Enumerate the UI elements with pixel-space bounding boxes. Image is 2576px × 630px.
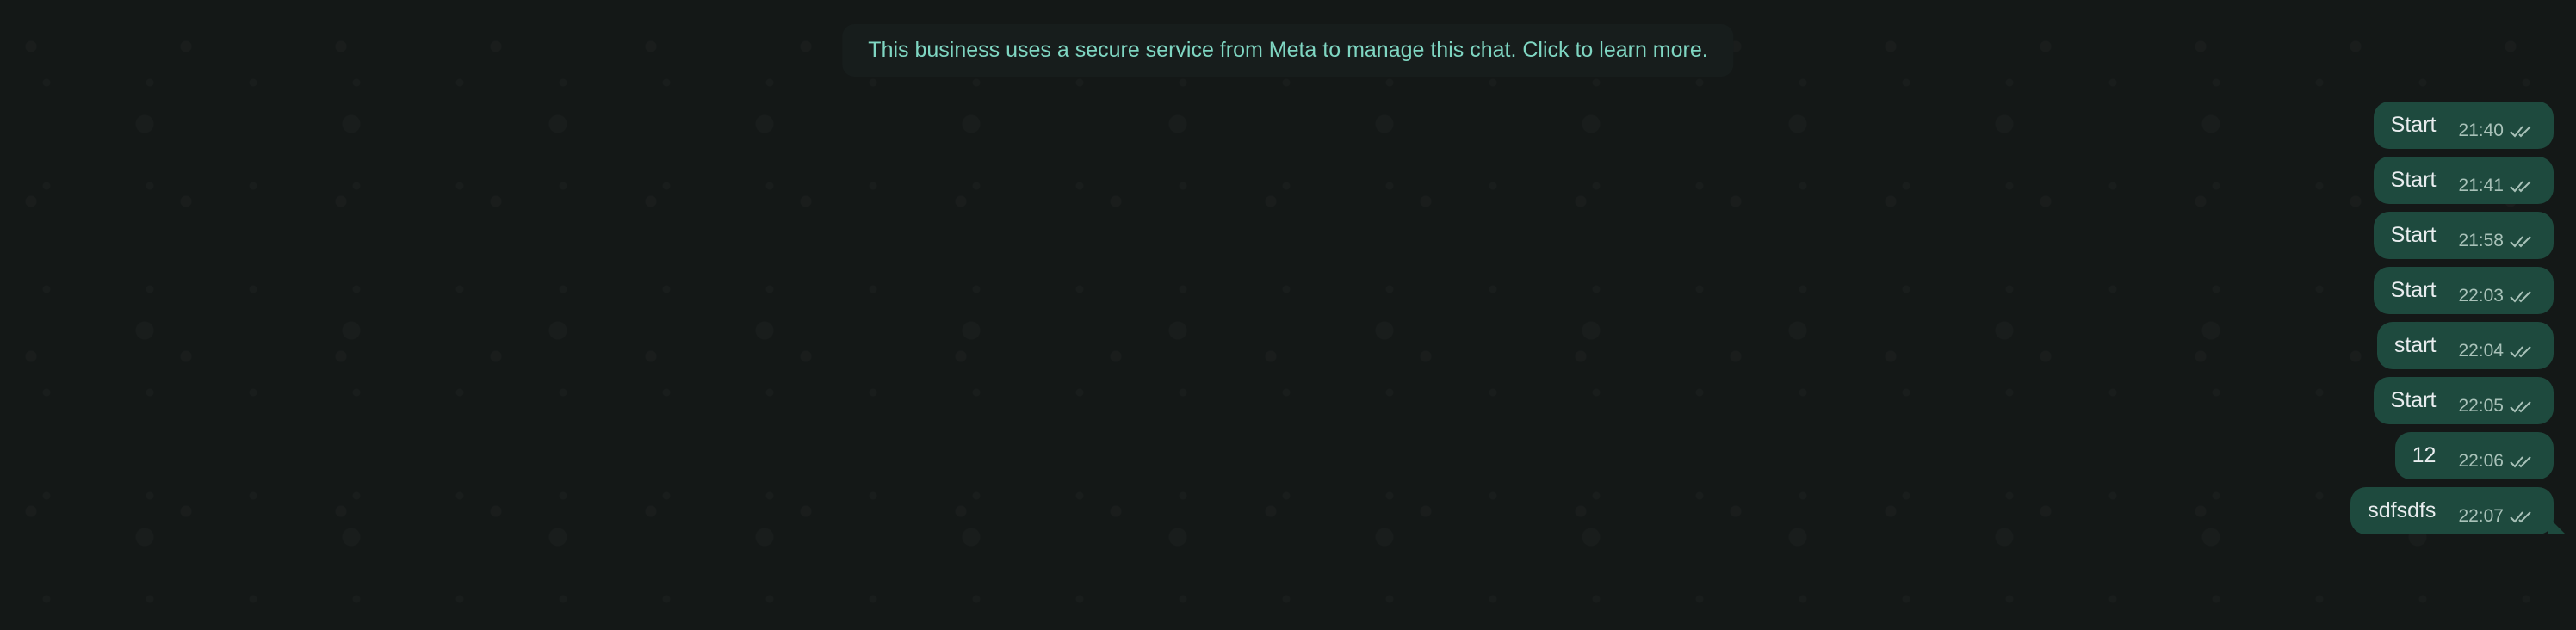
double-check-icon: [2510, 455, 2531, 467]
outgoing-message[interactable]: start 22:04: [2376, 322, 2554, 369]
double-check-icon: [2510, 125, 2531, 137]
message-meta: 21:58: [2458, 231, 2535, 251]
message-time: 22:06: [2458, 450, 2504, 471]
outgoing-message[interactable]: Start 21:58: [2373, 212, 2554, 259]
message-time: 21:40: [2458, 120, 2504, 140]
message-text: start: [2393, 333, 2437, 357]
double-check-icon: [2510, 290, 2531, 302]
bubble-tail: [2548, 517, 2566, 534]
message-meta: 22:04: [2458, 341, 2535, 361]
message-list: Start 21:40 Start 21:41 Start 21:58 Star…: [2350, 102, 2566, 534]
outgoing-message[interactable]: 12 22:06: [2394, 432, 2554, 479]
message-time: 22:05: [2458, 395, 2504, 416]
outgoing-message[interactable]: Start 22:03: [2373, 267, 2554, 314]
outgoing-message[interactable]: Start 21:40: [2373, 102, 2554, 149]
message-text: Start: [2390, 168, 2437, 192]
double-check-icon: [2510, 180, 2531, 192]
message-text: Start: [2390, 223, 2437, 247]
message-time: 21:58: [2458, 230, 2504, 250]
message-time: 22:07: [2458, 505, 2504, 526]
message-time: 22:03: [2458, 285, 2504, 306]
message-meta: 22:06: [2458, 451, 2535, 472]
double-check-icon: [2510, 400, 2531, 412]
encryption-banner[interactable]: This business uses a secure service from…: [842, 24, 1734, 77]
message-meta: 22:03: [2458, 286, 2535, 306]
double-check-icon: [2510, 235, 2531, 247]
message-text: 12: [2412, 443, 2437, 467]
message-meta: 21:41: [2458, 176, 2535, 196]
message-text: Start: [2390, 278, 2437, 302]
double-check-icon: [2510, 510, 2531, 522]
message-meta: 21:40: [2458, 120, 2535, 141]
chat-wallpaper: [0, 0, 2576, 630]
message-meta: 22:07: [2458, 506, 2535, 527]
message-time: 21:41: [2458, 175, 2504, 195]
banner-text: This business uses a secure service from…: [868, 38, 1708, 62]
message-text: Start: [2390, 388, 2437, 412]
outgoing-message[interactable]: Start 22:05: [2373, 377, 2554, 424]
message-text: Start: [2390, 113, 2437, 137]
message-meta: 22:05: [2458, 396, 2535, 417]
message-time: 22:04: [2458, 340, 2504, 361]
outgoing-message[interactable]: Start 21:41: [2373, 157, 2554, 204]
outgoing-message[interactable]: sdfsdfs 22:07: [2350, 487, 2566, 534]
double-check-icon: [2510, 345, 2531, 357]
message-text: sdfsdfs: [2368, 498, 2437, 522]
